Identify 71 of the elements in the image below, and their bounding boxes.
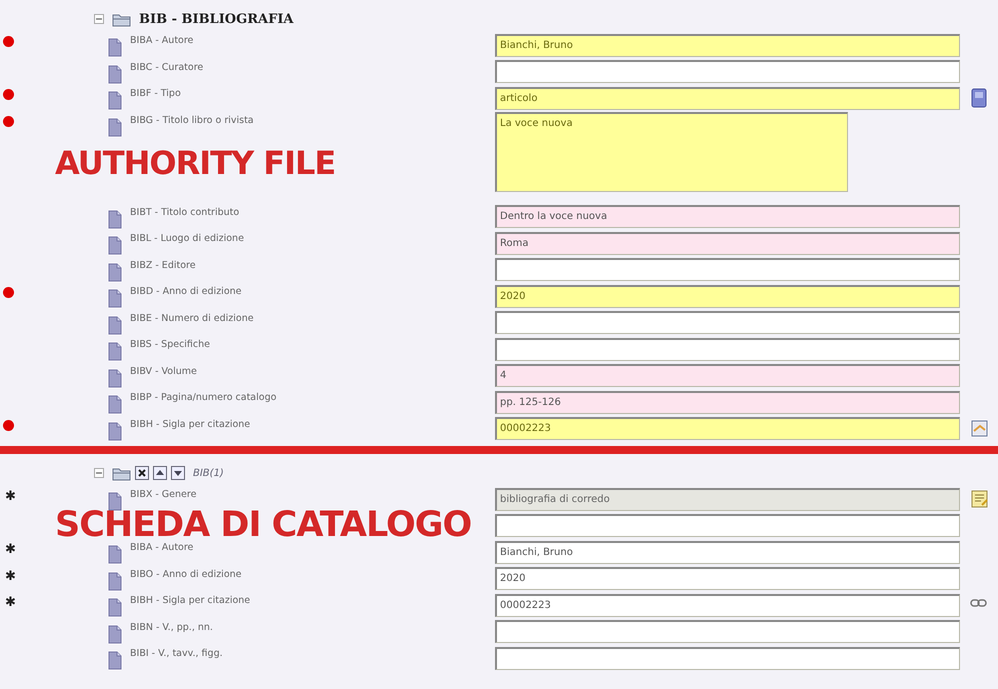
move-down-button[interactable]: [171, 466, 185, 480]
input-field[interactable]: [495, 60, 960, 84]
document-icon: [108, 342, 122, 361]
field-label: BIBT - Titolo contributo: [130, 206, 240, 218]
book-icon[interactable]: [970, 88, 988, 108]
field-label: BIBG - Titolo libro o rivista: [130, 114, 254, 126]
collapse-icon[interactable]: [94, 468, 104, 478]
document-icon: [108, 316, 122, 334]
field-label: BIBC - Curatore: [130, 62, 204, 72]
input-field[interactable]: 00002223: [495, 417, 960, 440]
field-label: BIBA - Autore: [130, 542, 194, 553]
field-label: BIBF - Tipo: [130, 88, 181, 99]
field-label: BIBH - Sigla per citazione: [130, 418, 250, 430]
field-label: BIBP - Pagina/numero catalogo: [130, 392, 276, 403]
field-label: BIBS - Specifiche: [130, 339, 210, 350]
field-label: BIBZ - Editore: [130, 260, 196, 270]
input-field[interactable]: Roma: [495, 232, 960, 255]
input-field[interactable]: [495, 338, 960, 361]
document-icon: [108, 118, 122, 136]
document-icon: [108, 545, 122, 564]
input-field[interactable]: [495, 620, 960, 644]
input-field[interactable]: [495, 258, 960, 282]
document-icon: [108, 572, 122, 590]
document-icon: [108, 651, 122, 670]
document-icon: [108, 38, 122, 57]
document-icon: [108, 492, 122, 511]
document-icon: [108, 64, 122, 84]
input-field[interactable]: Dentro la voce nuova: [495, 205, 960, 228]
input-field[interactable]: 00002223: [495, 594, 960, 617]
field-label: BIBV - Volume: [130, 366, 197, 376]
overlay-caption: AUTHORITY FILE: [55, 144, 336, 182]
input-field[interactable]: Bianchi, Bruno: [495, 34, 960, 57]
input-field[interactable]: Bianchi, Bruno: [495, 540, 960, 564]
field-label: BIBX - Genere: [130, 489, 196, 500]
input-field[interactable]: 2020: [495, 284, 960, 308]
field-label: BIBL - Luogo di edizione: [130, 233, 244, 244]
asterisk: ✱: [5, 543, 16, 557]
document-icon: [108, 236, 122, 255]
document-icon: [108, 289, 122, 308]
document-icon: [108, 91, 122, 110]
input-field[interactable]: [495, 514, 960, 538]
document-icon: [108, 395, 122, 414]
move-up-button[interactable]: [153, 466, 167, 480]
section-title: BIB - BIBLIOGRAFIA: [139, 12, 294, 26]
input-field[interactable]: [495, 311, 960, 334]
field-label: BIBH - Sigla per citazione: [130, 595, 250, 606]
asterisk: ✱: [5, 596, 16, 610]
field-label: BIBO - Anno di edizione: [130, 568, 242, 580]
document-icon: [108, 598, 122, 617]
field-label: BIBD - Anno di edizione: [130, 286, 242, 297]
field-label: BIBN - V., pp., nn.: [130, 622, 213, 632]
field-label: BIBA - Autore: [130, 35, 194, 46]
document-icon: [108, 262, 122, 282]
section-title: BIB(1): [193, 468, 224, 478]
document-icon: [108, 624, 122, 644]
collapse-icon[interactable]: [94, 14, 104, 24]
text-area[interactable]: La voce nuova: [495, 112, 848, 192]
input-field[interactable]: [495, 646, 960, 670]
document-icon: [108, 422, 122, 440]
input-field[interactable]: 2020: [495, 567, 960, 590]
document-icon: [108, 368, 122, 388]
field-label: BIBE - Numero di edizione: [130, 312, 254, 324]
input-field[interactable]: 4: [495, 364, 960, 388]
document-icon: [108, 210, 122, 228]
input-field[interactable]: pp. 125-126: [495, 390, 960, 414]
remove-button[interactable]: [135, 466, 149, 480]
field-label: BIBI - V., tavv., figg.: [130, 648, 223, 659]
asterisk: ✱: [5, 570, 16, 584]
overlay-caption: SCHEDA DI CATALOGO: [55, 504, 472, 544]
input-field[interactable]: articolo: [495, 86, 960, 110]
asterisk: ✱: [5, 490, 16, 504]
